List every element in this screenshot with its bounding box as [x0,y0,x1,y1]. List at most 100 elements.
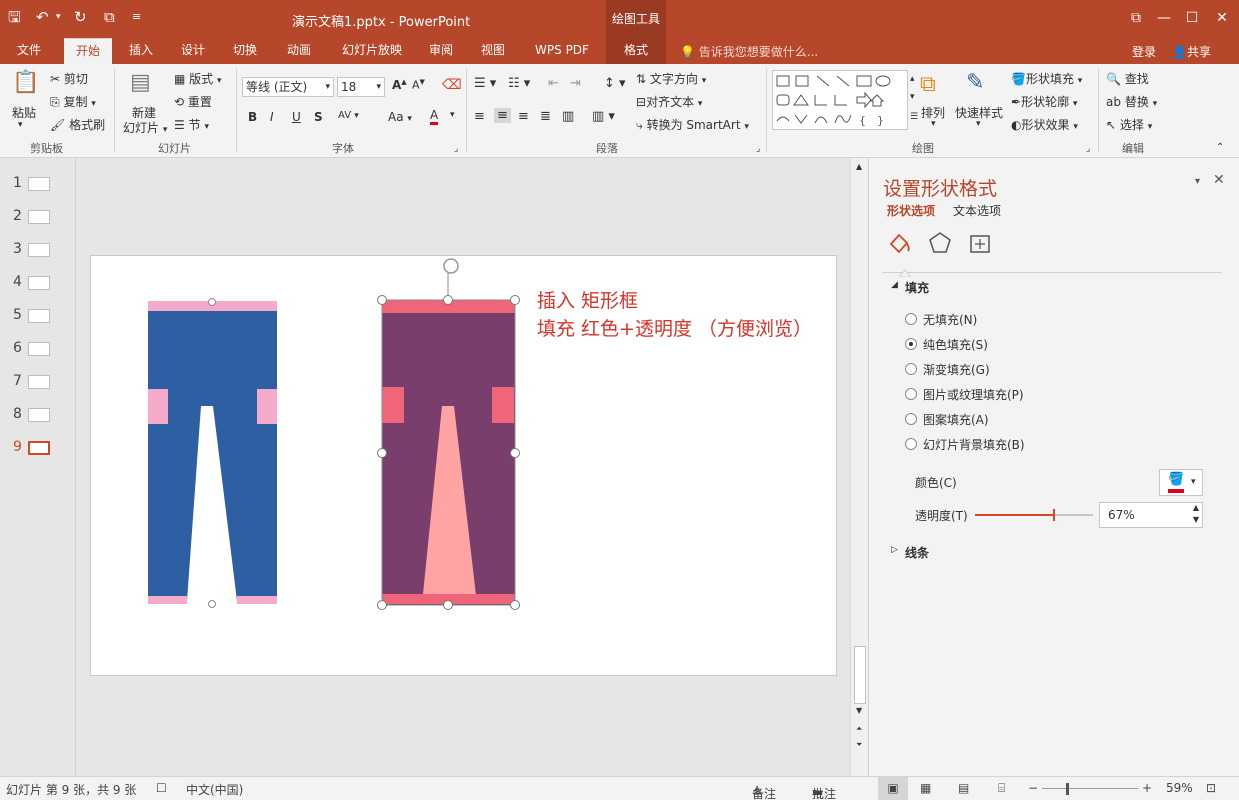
bullets-icon[interactable]: ☰ ▾ [474,76,496,91]
font-name-combo[interactable]: 等线 (正文) ▾ [242,77,334,97]
slide-sorter-icon[interactable]: ▦ [920,781,931,795]
reading-view-icon[interactable]: ▤ [958,781,969,795]
font-dialog-launcher-icon[interactable]: ⌟ [454,144,458,154]
align-right-icon[interactable]: ≡ [518,109,529,124]
ribbon-display-options-button[interactable]: ⧉ [1126,8,1146,28]
new-slide-label[interactable]: 幻灯片 ▾ [123,119,167,136]
shapes-scroll-up-icon[interactable]: ▴ [910,74,915,84]
tab-review[interactable]: 审阅 [418,38,464,64]
line-spacing-icon[interactable]: ↕ ▾ [604,76,626,91]
tab-insert[interactable]: 插入 [118,38,164,64]
layout-button[interactable]: ▦ 版式 ▾ [174,70,222,87]
zoom-out-icon[interactable]: − [1028,781,1038,795]
replace-button[interactable]: ab 替换 ▾ [1106,93,1157,110]
line-section-header[interactable]: 线条 [905,544,929,561]
find-button[interactable]: 🔍 查找 [1106,70,1149,87]
rotate-handle-icon[interactable] [443,258,459,274]
sign-in-link[interactable]: 登录 [1132,43,1156,60]
effects-pentagon-icon[interactable] [927,230,953,256]
fill-line-icon[interactable] [887,230,913,256]
change-case-button[interactable]: Aa ▾ [388,110,412,124]
section-button[interactable]: ☰ 节 ▾ [174,116,209,133]
paste-icon[interactable]: 📋 [12,70,39,95]
smartart-button[interactable]: ⤷ 转换为 SmartArt ▾ [636,116,749,133]
select-button[interactable]: ↖ 选择 ▾ [1106,116,1152,133]
spin-down-icon[interactable]: ▼ [1193,515,1199,524]
tab-text-options[interactable]: 文本选项 [953,202,1001,219]
transparency-slider-track[interactable] [975,509,1093,521]
justify-icon[interactable]: ≣ [540,109,551,124]
paste-dropdown-icon[interactable]: ▾ [18,120,23,130]
overlay-rectangle[interactable] [377,258,520,610]
vertical-scrollbar[interactable]: ▲ ▼ ⏶ ⏷ [850,158,868,776]
paste-button[interactable]: 粘贴 [12,104,36,121]
tab-shape-options[interactable]: 形状选项 [887,202,935,219]
align-center-icon[interactable]: ≡ [494,108,511,123]
shape-fill-button[interactable]: 🪣形状填充 ▾ [1011,70,1082,87]
tab-home[interactable]: 开始 [64,38,112,64]
zoom-slider[interactable] [1042,788,1138,789]
clear-formatting-icon[interactable]: ⌫ [442,77,462,93]
shapes-scroll-down-icon[interactable]: ▾ [910,92,915,102]
close-button[interactable]: ✕ [1212,8,1232,28]
cut-button[interactable]: ✂ 剪切 [50,70,88,87]
collapse-ribbon-icon[interactable]: ⌃ [1216,142,1224,153]
zoom-in-icon[interactable]: + [1142,781,1152,795]
tab-transitions[interactable]: 切换 [222,38,268,64]
character-spacing-button[interactable]: AV ▾ [338,110,359,121]
align-left-icon[interactable]: ≡ [474,109,485,124]
redo-icon[interactable]: ↻ [74,7,87,27]
quick-styles-icon[interactable]: ✎ [966,70,984,95]
save-icon[interactable]: 🖫 [8,7,21,27]
undo-icon[interactable]: ↶ [36,7,49,27]
language-status[interactable]: 中文(中国) [186,781,243,798]
columns-icon[interactable]: ▥ ▾ [592,109,615,124]
decrease-indent-icon[interactable]: ⇤ [548,76,559,91]
italic-button[interactable]: I [270,110,274,124]
align-text-button[interactable]: ⊟对齐文本 ▾ [636,93,702,110]
arrange-dropdown-icon[interactable]: ▾ [931,119,936,129]
slideshow-icon[interactable]: ⌸ [998,781,1005,796]
arrange-icon[interactable]: ⧉ [920,72,936,97]
tab-view[interactable]: 视图 [470,38,516,64]
fit-to-window-icon[interactable]: ⊡ [1206,781,1216,795]
spellcheck-icon[interactable]: ☐ [156,781,167,795]
format-painter-button[interactable]: 🖌 格式刷 [50,116,105,133]
color-picker-button[interactable]: 🪣 ▾ [1159,469,1203,496]
tell-me-search[interactable]: 💡 告诉我您想要做什么... [680,43,818,60]
underline-button[interactable]: U [292,110,301,124]
shrink-font-button[interactable]: A▼ [412,78,425,92]
tab-format[interactable]: 格式 [608,38,664,64]
expand-line-icon[interactable]: ▷ [891,545,898,555]
shapes-more-icon[interactable]: ☰ [910,112,918,122]
scroll-up-icon[interactable]: ▲ [856,162,862,171]
previous-slide-icon[interactable]: ⏶ [856,724,862,734]
collapse-fill-icon[interactable]: ◢ [891,280,898,290]
shape-effects-button[interactable]: ◐形状效果 ▾ [1011,116,1078,133]
distributed-icon[interactable]: ▥ [562,109,574,124]
paragraph-dialog-launcher-icon[interactable]: ⌟ [756,144,760,154]
font-size-combo[interactable]: 18 ▾ [337,77,385,97]
increase-indent-icon[interactable]: ⇥ [570,76,581,91]
customize-quick-access-icon[interactable]: ≡ [132,7,141,27]
shapes-gallery[interactable]: {} [772,70,908,130]
scrollbar-thumb[interactable] [854,646,866,704]
scroll-down-icon[interactable]: ▼ [856,706,862,715]
zoom-level[interactable]: 59% [1166,781,1193,795]
slide-canvas[interactable]: 插入 矩形框 填充 红色+透明度 （方便浏览） [90,255,837,676]
pane-close-icon[interactable]: ✕ [1213,172,1225,188]
quick-styles-dropdown-icon[interactable]: ▾ [976,119,981,129]
next-slide-icon[interactable]: ⏷ [856,740,862,750]
normal-view-icon[interactable]: ▣ [878,777,908,800]
undo-dropdown-icon[interactable]: ▾ [56,7,61,27]
minimize-button[interactable]: — [1154,8,1174,28]
slide-text-box[interactable]: 插入 矩形框 填充 红色+透明度 （方便浏览） [537,287,812,343]
shadow-button[interactable]: S [314,110,323,124]
transparency-slider-knob[interactable] [1053,509,1055,521]
start-slideshow-icon[interactable]: ⧉ [104,7,115,27]
spin-up-icon[interactable]: ▲ [1193,503,1199,512]
shape-outline-button[interactable]: ✒形状轮廓 ▾ [1011,93,1077,110]
font-color-button[interactable]: A [430,108,439,125]
tab-design[interactable]: 设计 [170,38,216,64]
text-direction-button[interactable]: ⇅ 文字方向 ▾ [636,70,706,87]
